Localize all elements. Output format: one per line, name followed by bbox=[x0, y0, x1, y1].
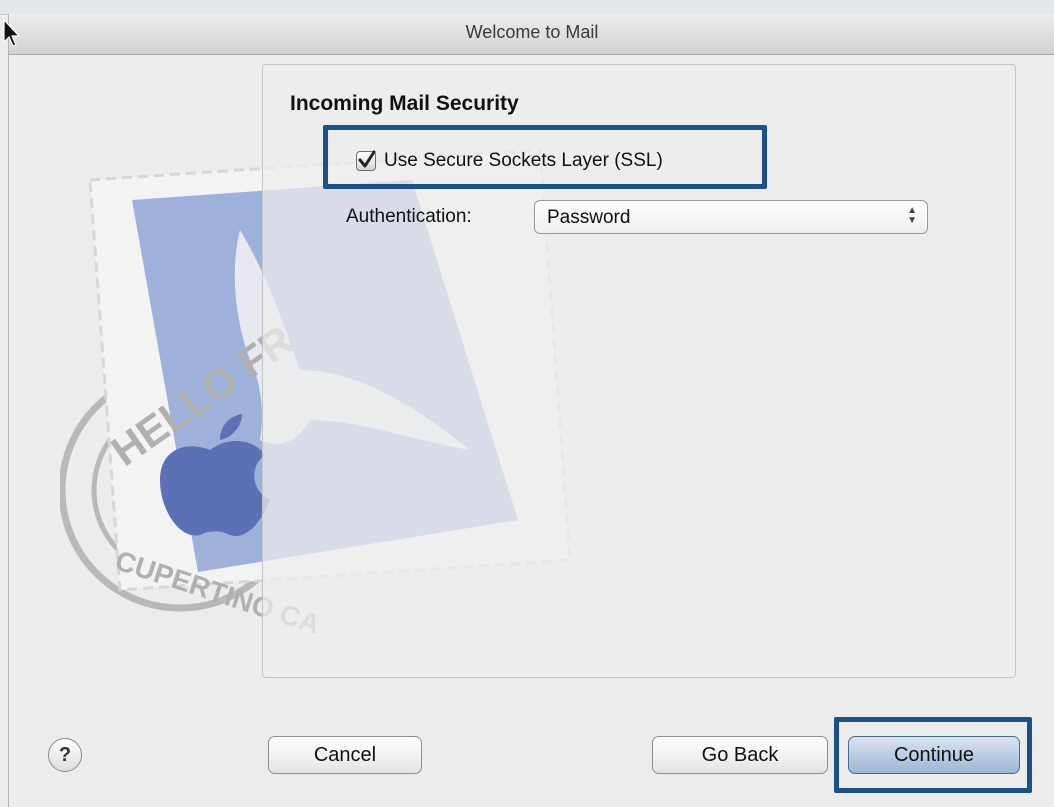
ssl-checkbox[interactable] bbox=[356, 150, 376, 171]
go-back-button[interactable]: Go Back bbox=[652, 736, 828, 774]
updown-arrows-icon: ▲ ▼ bbox=[907, 205, 917, 226]
ssl-label: Use Secure Sockets Layer (SSL) bbox=[384, 150, 663, 171]
continue-button[interactable]: Continue bbox=[848, 736, 1020, 774]
ssl-option[interactable]: Use Secure Sockets Layer (SSL) bbox=[356, 146, 663, 176]
section-title: Incoming Mail Security bbox=[290, 92, 519, 115]
mouse-pointer-icon bbox=[3, 18, 21, 47]
checkmark-icon bbox=[358, 150, 376, 168]
authentication-select[interactable]: Password ▲ ▼ bbox=[534, 200, 928, 234]
window-title: Welcome to Mail bbox=[465, 22, 599, 42]
title-bar[interactable]: Welcome to Mail bbox=[9, 14, 1054, 55]
authentication-value: Password bbox=[547, 207, 631, 228]
help-button[interactable]: ? bbox=[48, 738, 82, 772]
authentication-label: Authentication: bbox=[346, 206, 472, 227]
background-window-strip bbox=[0, 0, 1054, 15]
cancel-button[interactable]: Cancel bbox=[268, 736, 422, 774]
